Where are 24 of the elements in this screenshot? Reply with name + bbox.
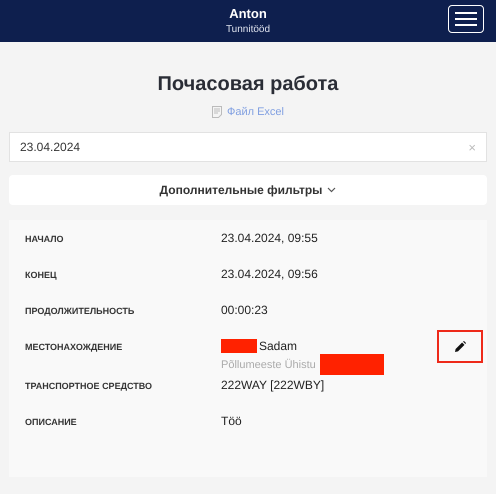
date-field[interactable]: 23.04.2024 × [9, 132, 487, 162]
menu-icon [455, 11, 477, 27]
field-label: МЕСТОНАХОЖДЕНИЕ [24, 341, 124, 354]
field-value: 23.04.2024, 09:55 [221, 230, 318, 246]
field-label: КОНЕЦ [24, 269, 58, 282]
field-value: 23.04.2024, 09:56 [221, 266, 318, 282]
field-value: Sadam [259, 338, 298, 354]
menu-button[interactable] [448, 5, 484, 33]
pencil-icon [454, 341, 466, 352]
field-value: 222WAY [222WBY] [221, 377, 324, 393]
page-title: Почасовая работа [156, 72, 340, 97]
app-subtitle: Tunnitööd [226, 23, 270, 37]
user-name: Anton [229, 5, 267, 23]
field-label: НАЧАЛО [24, 233, 65, 246]
edit-button[interactable] [437, 330, 483, 363]
field-value: Töö [221, 413, 242, 429]
field-label: ОПИСАНИЕ [24, 416, 78, 429]
field-value: 00:00:23 [221, 302, 268, 318]
chevron-icon [327, 187, 336, 193]
document-icon [212, 106, 222, 118]
more-filters-button[interactable]: Дополнительные фильтры [9, 175, 487, 205]
field-value: Põllumeeste Ühistu [221, 358, 316, 372]
field-label: ПРОДОЛЖИТЕЛЬНОСТЬ [24, 305, 136, 318]
field-label: ТРАНСПОРТНОЕ СРЕДСТВО [24, 380, 154, 393]
